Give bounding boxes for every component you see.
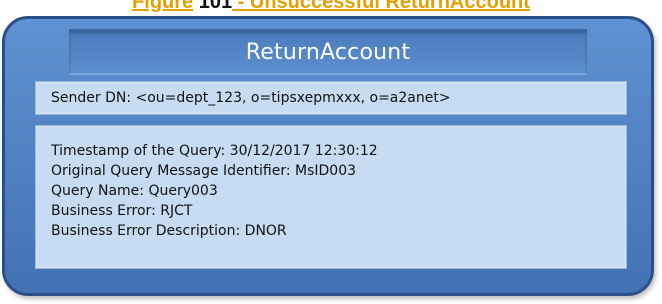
figure-caption-link[interactable]: Figure: [132, 0, 193, 13]
panel-title: ReturnAccount: [245, 39, 411, 65]
query-name-line: Query Name: Query003: [51, 183, 218, 199]
figure-caption-title: - Unsuccessful ReturnAccount: [232, 0, 530, 13]
sender-dn-box: Sender DN: <ou=dept_123, o=tipsxepmxxx, …: [35, 81, 627, 115]
business-error-line: Business Error: RJCT: [51, 203, 193, 219]
sender-dn-text: Sender DN: <ou=dept_123, o=tipsxepmxxx, …: [51, 90, 451, 106]
return-account-panel: ReturnAccount Sender DN: <ou=dept_123, o…: [2, 16, 654, 296]
timestamp-line: Timestamp of the Query: 30/12/2017 12:30…: [51, 143, 378, 159]
panel-title-band: ReturnAccount: [69, 29, 587, 75]
figure-caption: Figure 101 - Unsuccessful ReturnAccount: [0, 0, 662, 16]
figure-caption-number: 101: [193, 0, 233, 13]
business-error-description-line: Business Error Description: DNOR: [51, 223, 287, 239]
query-details-box: Timestamp of the Query: 30/12/2017 12:30…: [35, 125, 627, 269]
original-message-id-line: Original Query Message Identifier: MsID0…: [51, 163, 357, 179]
